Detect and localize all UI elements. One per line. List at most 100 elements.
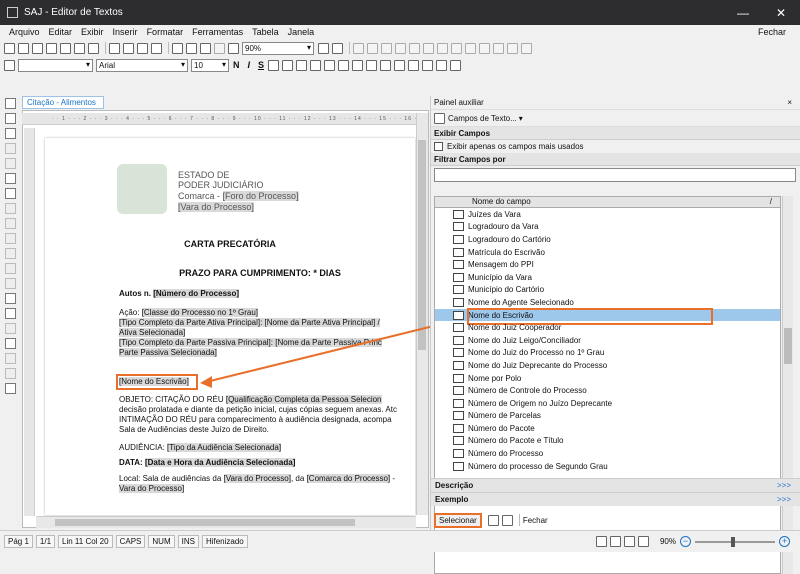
line-spacing-icon[interactable] (324, 59, 336, 71)
person-icon[interactable] (5, 278, 16, 289)
field-icon[interactable] (5, 98, 16, 109)
style-icon[interactable] (4, 59, 15, 71)
list-item[interactable]: Logradouro do Cartório (435, 233, 780, 246)
pilcrow-icon[interactable] (228, 42, 239, 54)
list-item[interactable]: Número de Parcelas (435, 410, 780, 423)
view-two-pages-icon[interactable] (623, 536, 635, 547)
view-web-icon[interactable] (609, 536, 621, 547)
redo-icon[interactable] (186, 42, 197, 54)
new-icon[interactable] (18, 42, 29, 54)
list-item[interactable]: Número do Processo (435, 447, 780, 460)
copy-format-icon[interactable] (74, 42, 85, 54)
panel-close-icon[interactable]: × (787, 96, 792, 109)
shading-icon[interactable] (214, 42, 225, 54)
descricao-expand[interactable]: >>> (777, 481, 791, 490)
menu-formatar[interactable]: Formatar (147, 27, 184, 37)
people-icon[interactable] (5, 263, 16, 274)
cut-icon[interactable] (109, 42, 120, 54)
align-center-icon[interactable] (282, 59, 294, 71)
menu-inserir[interactable]: Inserir (113, 27, 138, 37)
field-classe[interactable]: [Classe do Processo no 1º Grau] (141, 308, 259, 317)
open-icon[interactable] (4, 42, 15, 54)
select-button[interactable]: Selecionar (434, 512, 482, 528)
exemplo-expand[interactable]: >>> (777, 495, 791, 504)
format-painter-icon[interactable] (151, 42, 162, 54)
list-item[interactable]: Número do Pacote (435, 422, 780, 435)
menu-ferramentas[interactable]: Ferramentas (192, 27, 243, 37)
list-item[interactable]: Nome do Juiz do Processo no 1º Grau (435, 347, 780, 360)
template-icon[interactable] (5, 128, 16, 139)
sort-indicator[interactable]: / (770, 197, 772, 207)
document-icon[interactable] (5, 188, 16, 199)
paste-icon[interactable] (137, 42, 148, 54)
field-parte-passiva[interactable]: [Tipo Completo da Parte Passiva Principa… (119, 338, 382, 347)
print-icon[interactable] (46, 42, 57, 54)
table-insert-icon[interactable] (367, 42, 378, 54)
list-item[interactable]: Número do processo de Segundo Grau (435, 460, 780, 473)
list-item[interactable]: Município da Vara (435, 271, 780, 284)
table-icon[interactable] (200, 42, 211, 54)
font-select[interactable]: Arial (96, 58, 188, 72)
table-row-icon[interactable] (423, 42, 434, 54)
comment-icon[interactable] (5, 173, 16, 184)
field-foro[interactable]: [Foro do Processo] (222, 191, 299, 201)
list-item[interactable]: Nome por Polo (435, 372, 780, 385)
list-item[interactable]: Matrícula do Escrivão (435, 246, 780, 259)
font-color-icon[interactable] (408, 59, 420, 71)
close-panel-button[interactable]: Fechar (523, 516, 548, 525)
note-icon[interactable] (5, 308, 16, 319)
export-icon[interactable] (5, 368, 16, 379)
table-fit-icon[interactable] (521, 42, 532, 54)
list-item[interactable]: Número do Pacote e Título (435, 435, 780, 448)
list-item[interactable]: Nome do Juiz Deprecante do Processo (435, 359, 780, 372)
list-item[interactable]: Nome do Juiz Cooperador (435, 321, 780, 334)
outdent-icon[interactable] (366, 59, 378, 71)
table-grid-icon[interactable] (353, 42, 364, 54)
align-left-icon[interactable] (268, 59, 280, 71)
italic-button[interactable]: I (248, 60, 251, 70)
menu-fechar[interactable]: Fechar (758, 27, 786, 37)
list-item[interactable]: Município do Cartório (435, 284, 780, 297)
zoom-select[interactable]: 90% (242, 41, 314, 55)
list-item[interactable]: Nome do Escrivão (435, 307, 780, 325)
justify-icon[interactable] (310, 59, 322, 71)
zoom-in-icon[interactable] (318, 42, 329, 54)
document-hscroll-thumb[interactable] (55, 519, 355, 526)
chevron-down-icon[interactable]: ▾ (519, 114, 523, 123)
copy-field-icon[interactable] (501, 514, 513, 526)
search-icon[interactable] (5, 143, 16, 154)
shrink-font-icon[interactable] (436, 59, 448, 71)
minimize-icon[interactable]: — (724, 0, 762, 25)
field-local-vara-cont[interactable]: Vara do Processo] (119, 484, 185, 493)
calendar-icon[interactable] (5, 293, 16, 304)
document-page[interactable]: ESTADO DE PODER JUDICIÁRIO Comarca - [Fo… (45, 138, 415, 515)
column-header-nome[interactable]: Nome do campo (472, 197, 531, 207)
list-item[interactable]: Mensagem do PPI (435, 258, 780, 271)
field-data-hora[interactable]: [Data e Hora da Audiência Selecionada] (144, 458, 296, 467)
field-parte-passiva-cont[interactable]: Parte Passiva Selecionada] (119, 348, 217, 357)
list-item[interactable]: Logradouro da Vara (435, 221, 780, 234)
numbering-icon[interactable] (352, 59, 364, 71)
table-align-icon[interactable] (479, 42, 490, 54)
menu-exibir[interactable]: Exibir (81, 27, 104, 37)
insert-icon[interactable] (487, 514, 499, 526)
refresh-icon[interactable] (5, 323, 16, 334)
copy-icon[interactable] (123, 42, 134, 54)
zoom-in-button[interactable]: + (779, 536, 790, 547)
close-icon[interactable]: ✕ (762, 0, 800, 25)
align-right-icon[interactable] (296, 59, 308, 71)
filter-input[interactable] (434, 168, 796, 182)
field-parte-ativa-cont[interactable]: Ativa Selecionada] (119, 328, 186, 337)
menu-tabela[interactable]: Tabela (252, 27, 279, 37)
menu-editar[interactable]: Editar (49, 27, 73, 37)
grid-icon[interactable] (5, 248, 16, 259)
bullets-icon[interactable] (338, 59, 350, 71)
table-delete-icon[interactable] (381, 42, 392, 54)
list-item[interactable]: Juízes da Vara (435, 208, 780, 221)
attach-icon[interactable] (5, 218, 16, 229)
menu-arquivo[interactable]: Arquivo (9, 27, 40, 37)
zoom-slider[interactable] (695, 536, 775, 547)
table-sort-icon[interactable] (493, 42, 504, 54)
pin-icon[interactable] (5, 383, 16, 394)
list-item[interactable]: Número de Origem no Juízo Deprecante (435, 397, 780, 410)
